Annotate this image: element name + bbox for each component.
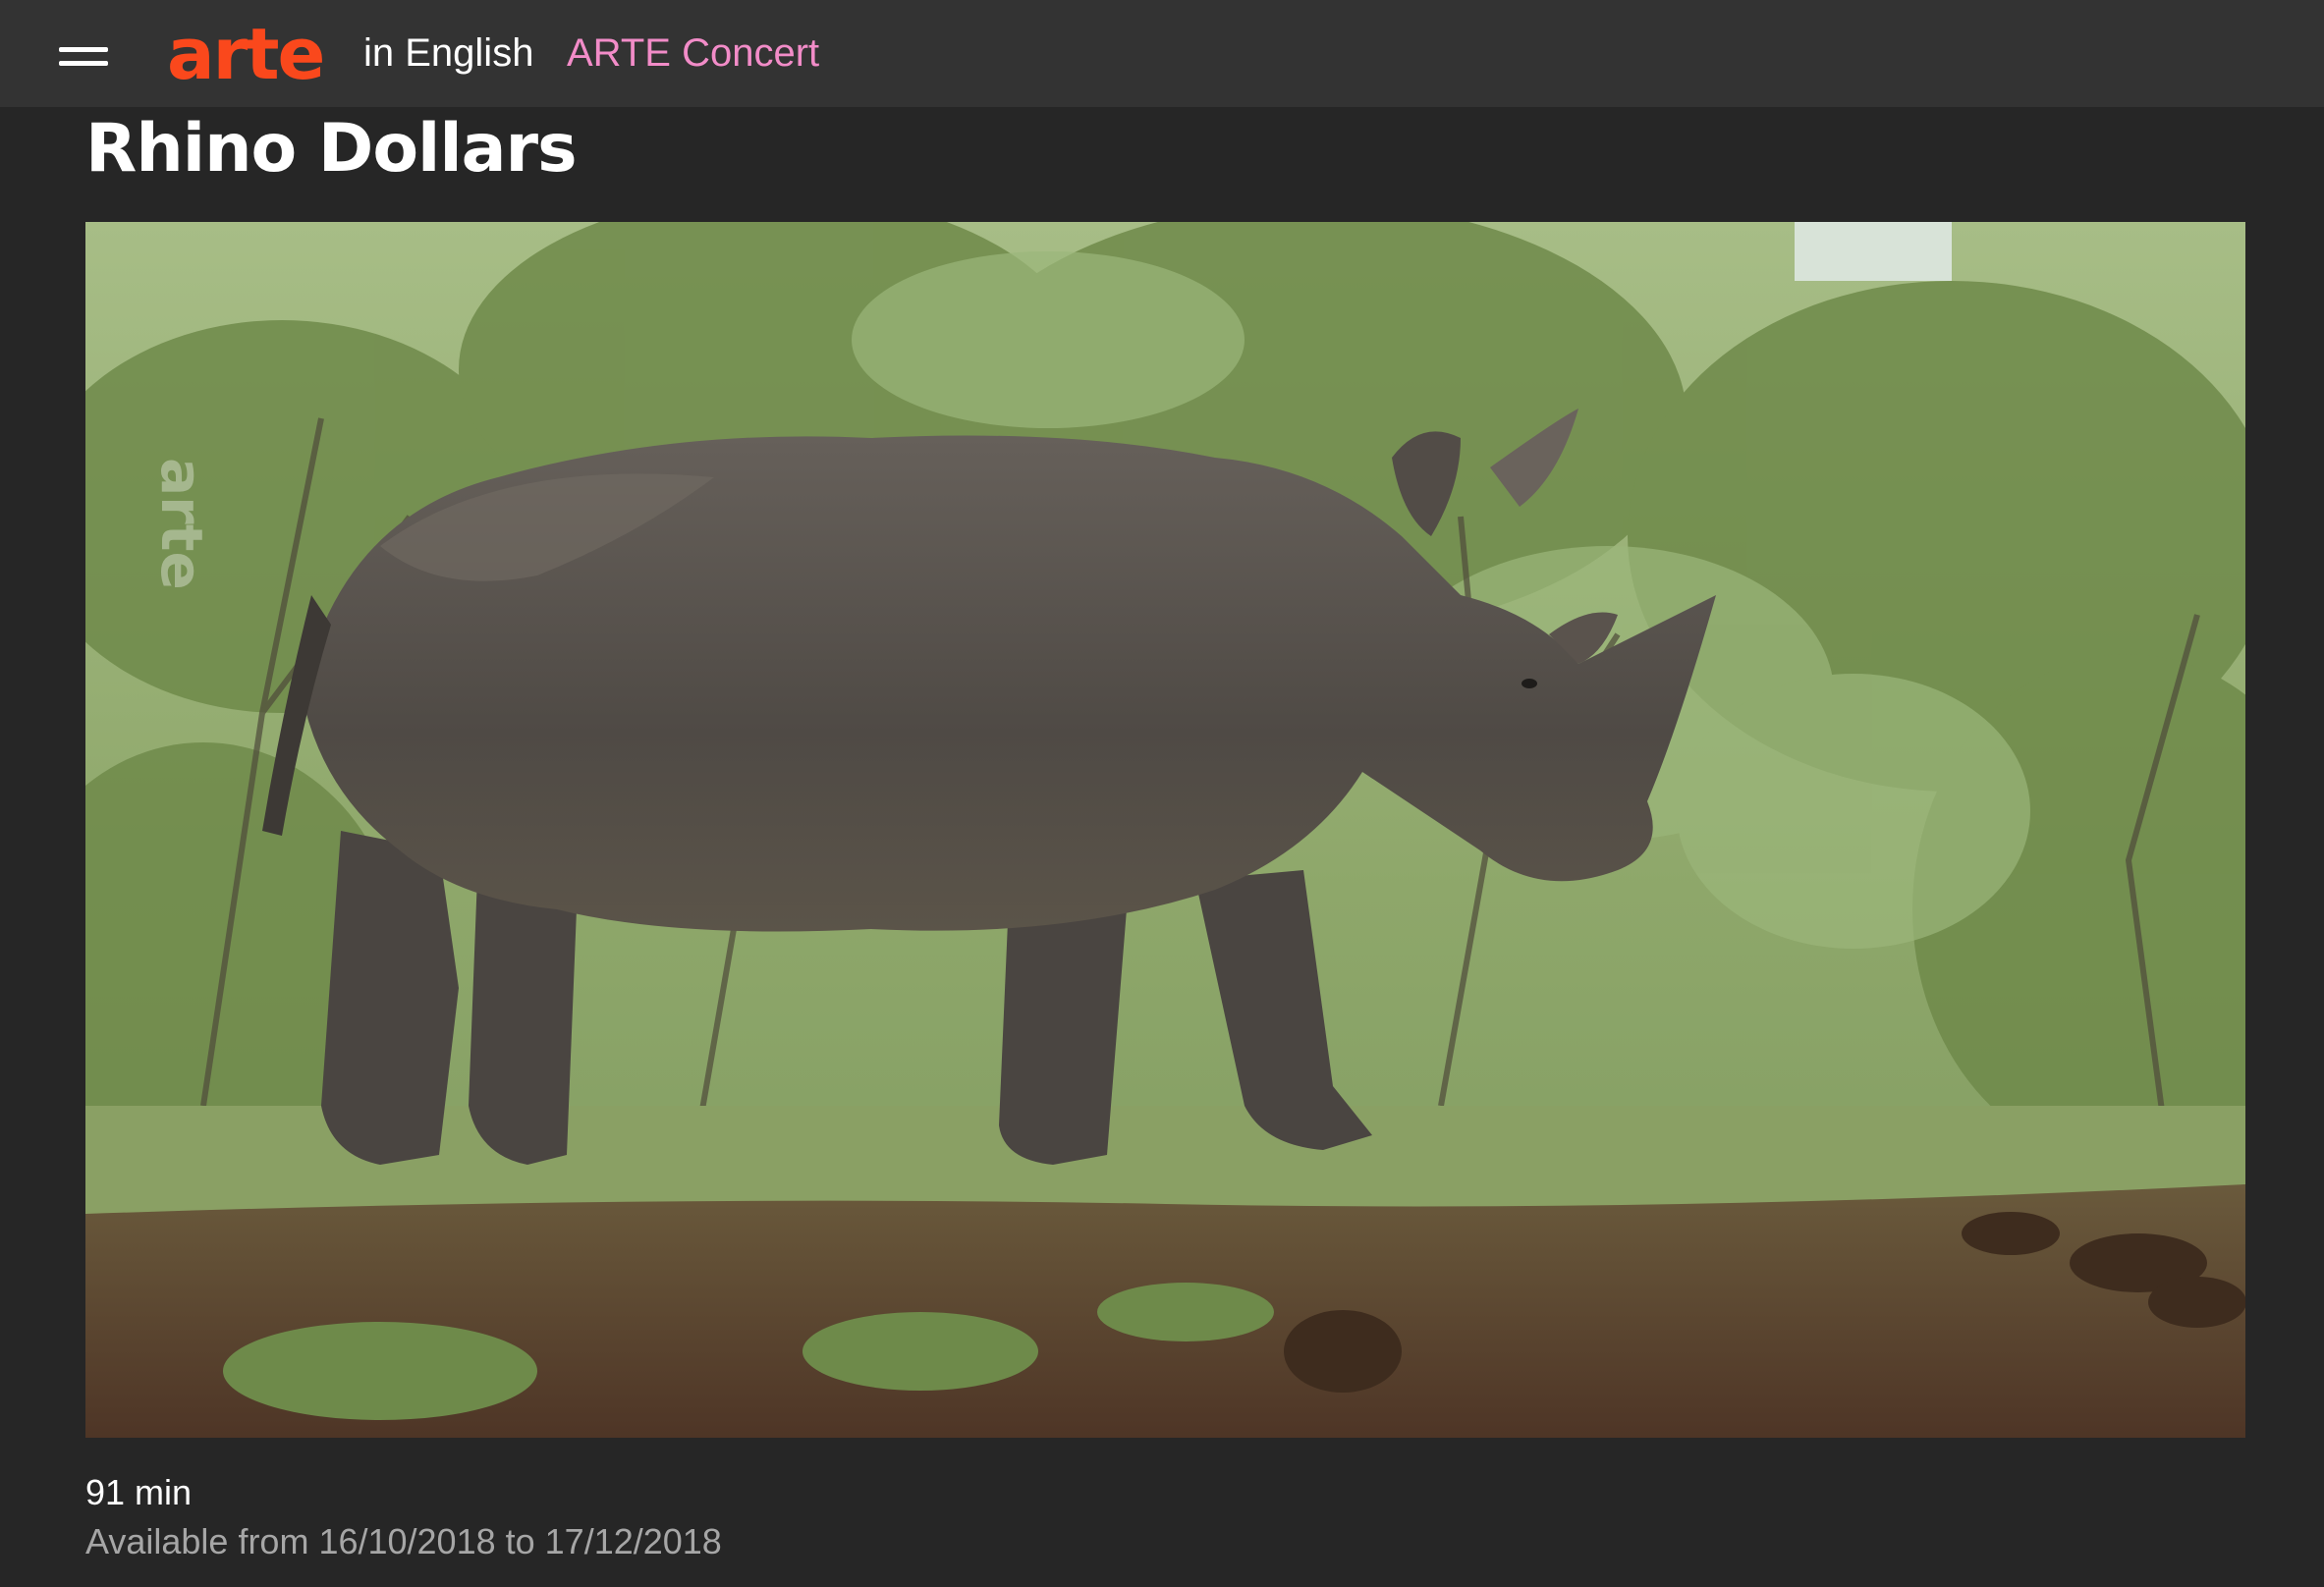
nav-link-arte-concert[interactable]: ARTE Concert (567, 26, 819, 81)
program-duration: 91 min (85, 1472, 193, 1512)
video-frame-rhino: arte (85, 222, 2245, 1438)
hamburger-menu-icon[interactable] (59, 44, 110, 68)
site-language-label[interactable]: in English (363, 26, 533, 81)
program-availability: Available from 16/10/2018 to 17/12/2018 (85, 1521, 722, 1561)
menu-line (59, 61, 108, 66)
top-navigation-bar: arte in English ARTE Concert (0, 0, 2324, 107)
menu-line (59, 47, 108, 52)
arte-logo[interactable]: arte (167, 10, 325, 98)
video-player[interactable]: arte (85, 222, 2245, 1438)
arte-watermark: arte (148, 458, 215, 590)
page-title: Rhino Dollars (85, 110, 578, 188)
